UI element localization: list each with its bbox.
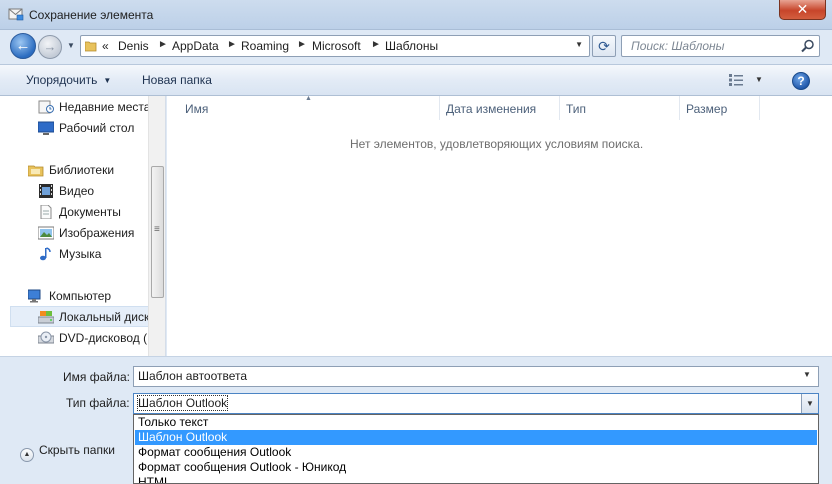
filetype-option[interactable]: Только текст	[135, 415, 817, 430]
breadcrumb-roaming[interactable]: Roaming	[241, 39, 289, 53]
chevron-down-icon: ▼	[806, 399, 814, 408]
computer-icon	[28, 289, 41, 303]
filetype-option[interactable]: Формат сообщения Outlook	[135, 445, 817, 460]
back-button[interactable]: ←	[10, 33, 36, 59]
libraries-icon	[28, 165, 44, 177]
dvd-drive-icon	[38, 331, 54, 344]
window-title: Сохранение элемента	[29, 8, 154, 22]
column-divider[interactable]	[439, 96, 440, 120]
chevron-down-icon: ▼	[67, 41, 75, 50]
breadcrumb-separator-icon[interactable]: ►	[371, 39, 381, 50]
grip-icon: ≡	[154, 224, 160, 235]
chevron-down-icon: ▼	[755, 75, 763, 84]
filetype-option-selected[interactable]: Шаблон Outlook	[135, 430, 817, 445]
view-options-icon	[729, 74, 743, 86]
recent-locations-dropdown[interactable]: ▼	[64, 38, 78, 54]
forward-arrow-icon: →	[43, 39, 57, 54]
sidebar-item-label: Изображения	[59, 226, 135, 240]
file-list[interactable]: ▲ Имя Дата изменения Тип Размер Нет элем…	[167, 95, 832, 356]
column-header-date-modified[interactable]: Дата изменения	[446, 102, 536, 120]
change-view-button[interactable]: ▼	[729, 73, 767, 89]
column-header-name[interactable]: Имя	[185, 102, 208, 120]
chevron-up-icon: ▲	[20, 448, 34, 462]
filename-field[interactable]: Шаблон автоответа	[133, 366, 819, 387]
video-icon	[39, 184, 53, 198]
filetype-label: Тип файла:	[66, 396, 130, 410]
back-arrow-icon: ←	[15, 37, 31, 54]
chevron-down-icon[interactable]: ▼	[803, 370, 811, 379]
breadcrumb-overflow-icon[interactable]: «	[102, 39, 109, 53]
refresh-icon: ⟳	[598, 38, 610, 54]
sidebar-item-label: Видео	[59, 184, 95, 198]
sidebar-item-label: Компьютер	[49, 289, 112, 303]
breadcrumb-separator-icon[interactable]: ►	[297, 39, 307, 50]
breadcrumb-appdata[interactable]: AppData	[172, 39, 219, 53]
save-options-panel: Имя файла: Шаблон автоответа ▼ Тип файла…	[0, 356, 832, 484]
music-icon	[40, 247, 51, 261]
sidebar-item-label: Рабочий стол	[59, 121, 135, 135]
breadcrumb-denis[interactable]: Denis	[118, 39, 149, 53]
column-header-size[interactable]: Размер	[686, 102, 727, 120]
organize-label: Упорядочить	[26, 73, 98, 87]
column-header-type[interactable]: Тип	[566, 102, 586, 120]
column-divider[interactable]	[679, 96, 680, 120]
scroll-thumb[interactable]: ≡	[151, 166, 164, 298]
hide-folders-button[interactable]: ▲ Скрыть папки	[20, 443, 115, 462]
refresh-button[interactable]: ⟳	[592, 35, 616, 57]
address-bar[interactable]: « Denis ► AppData ► Roaming ► Microsoft …	[80, 35, 590, 57]
sort-indicator-icon: ▲	[305, 95, 312, 102]
search-icon[interactable]	[801, 39, 815, 53]
close-icon: ✕	[796, 1, 809, 17]
help-icon: ?	[797, 74, 805, 88]
search-input[interactable]: Поиск: Шаблоны	[621, 35, 820, 57]
pictures-icon	[38, 226, 54, 240]
close-button[interactable]: ✕	[779, 0, 826, 20]
sidebar-item-label: Недавние места	[59, 100, 151, 114]
command-bar: Упорядочить ▼ Новая папка ▼ ?	[0, 64, 832, 96]
sidebar-item-label: DVD-дисковод (I	[59, 331, 151, 345]
local-disk-icon	[38, 311, 54, 324]
hide-folders-label: Скрыть папки	[39, 443, 115, 457]
sidebar-item-label: Библиотеки	[49, 163, 115, 177]
sidebar-item-label: Документы	[59, 205, 121, 219]
folder-icon	[85, 41, 97, 52]
filetype-value: Шаблон Outlook	[136, 395, 229, 411]
filename-value: Шаблон автоответа	[138, 369, 248, 383]
filetype-dropdown-button[interactable]: ▼	[801, 394, 818, 413]
organize-button[interactable]: Упорядочить ▼	[26, 73, 111, 87]
filename-label: Имя файла:	[63, 370, 130, 384]
documents-icon	[40, 205, 52, 219]
breadcrumb-microsoft[interactable]: Microsoft	[312, 39, 361, 53]
sidebar-item-label: Локальный диск	[59, 310, 150, 324]
empty-message: Нет элементов, удовлетворяющих условиям …	[350, 137, 644, 151]
new-folder-button[interactable]: Новая папка	[142, 73, 212, 87]
column-divider[interactable]	[759, 96, 760, 120]
column-divider[interactable]	[559, 96, 560, 120]
filetype-select[interactable]: Шаблон Outlook ▼	[133, 393, 819, 414]
sidebar-item-label: Музыка	[59, 247, 102, 261]
nav-scrollbar[interactable]: ≡	[148, 96, 165, 356]
chevron-down-icon: ▼	[103, 76, 112, 85]
desktop-icon	[38, 121, 54, 135]
breadcrumb-separator-icon[interactable]: ►	[227, 39, 237, 50]
breadcrumb-separator-icon[interactable]: ►	[158, 39, 168, 50]
forward-button[interactable]: →	[38, 35, 62, 59]
recent-places-icon	[38, 100, 54, 114]
title-bar: Сохранение элемента ✕	[0, 0, 832, 30]
search-placeholder: Поиск: Шаблоны	[631, 39, 725, 53]
filetype-options-list[interactable]: Только текст Шаблон Outlook Формат сообщ…	[133, 414, 819, 484]
filetype-option[interactable]: Формат сообщения Outlook - Юникод	[135, 460, 817, 475]
breadcrumb-templates[interactable]: Шаблоны	[385, 39, 438, 53]
chevron-down-icon[interactable]: ▼	[575, 40, 583, 49]
help-button[interactable]: ?	[792, 72, 810, 90]
save-dialog-icon	[8, 8, 24, 21]
